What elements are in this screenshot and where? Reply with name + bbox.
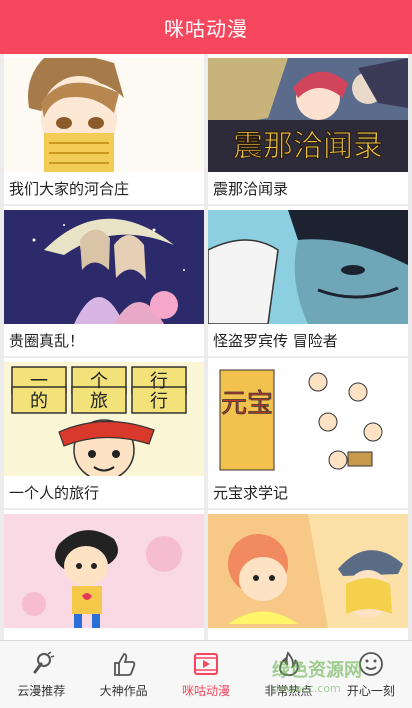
comic-cover[interactable]: 震那洽闻录 — [208, 58, 408, 172]
bottom-tab-bar: 云漫推荐 大神作品 咪咕动漫 非常热点 开心一刻 — [0, 640, 412, 708]
cover-logo-text: 震那洽闻录 — [233, 129, 383, 164]
cover-image — [4, 58, 204, 172]
tab-yunman-recommend[interactable]: 云漫推荐 — [0, 641, 82, 708]
cover-image — [4, 210, 204, 324]
comic-card[interactable]: 震那洽闻录 震那洽闻录 — [208, 54, 408, 204]
comic-card[interactable]: 贵圈真乱！ — [4, 206, 204, 356]
comic-grid[interactable]: 我们大家的河合庄 震那洽闻录 震那洽闻录 贵圈真乱！ 怪盗罗宾传 冒险者 一 个… — [0, 54, 412, 640]
comic-card[interactable]: 怪盗罗宾传 冒险者 — [208, 206, 408, 356]
comic-card[interactable]: 一 个 行 的 旅 行 一个人的旅行 — [4, 358, 204, 508]
comic-cover[interactable] — [4, 210, 204, 324]
tab-label: 大神作品 — [99, 684, 148, 698]
cover-char: 行 — [150, 371, 168, 392]
tab-label: 咪咕动漫 — [182, 684, 231, 698]
cover-image — [4, 514, 204, 628]
cover-char: 一 — [30, 371, 48, 392]
comic-title[interactable]: 怪盗罗宾传 冒险者 — [213, 330, 338, 351]
comic-cover[interactable] — [4, 514, 204, 628]
comic-title[interactable]: 震那洽闻录 — [213, 178, 288, 199]
tab-hot-topics[interactable]: 非常热点 — [247, 641, 329, 708]
microphone-icon — [33, 651, 55, 674]
smile-icon — [358, 652, 383, 676]
cover-image — [208, 514, 408, 628]
tab-migu-comics[interactable]: 咪咕动漫 — [165, 641, 247, 708]
cover-image: 元宝 — [208, 362, 408, 476]
tab-label: 云漫推荐 — [17, 684, 66, 698]
cover-char: 行 — [150, 391, 168, 412]
page-title: 咪咕动漫 — [164, 16, 248, 41]
tab-label: 开心一刻 — [346, 684, 395, 698]
app-header: 咪咕动漫 — [0, 0, 412, 54]
cover-image: 震那洽闻录 — [208, 58, 408, 172]
video-play-icon — [194, 653, 219, 675]
comic-card[interactable] — [208, 510, 408, 640]
cover-logo-text: 元宝 — [221, 389, 273, 419]
tab-happy-moment[interactable]: 开心一刻 — [330, 641, 412, 708]
cover-char: 的 — [30, 391, 48, 412]
cover-image: 一 个 行 的 旅 行 — [4, 362, 204, 476]
comic-cover[interactable]: 元宝 — [208, 362, 408, 476]
cover-image — [208, 210, 408, 324]
comic-cover[interactable] — [208, 514, 408, 628]
comic-cover[interactable]: 一 个 行 的 旅 行 — [4, 362, 204, 476]
cover-char: 个 — [90, 371, 108, 392]
comic-cover[interactable] — [208, 210, 408, 324]
thumbs-up-icon — [113, 653, 135, 676]
flame-icon — [279, 651, 300, 677]
comic-title[interactable]: 我们大家的河合庄 — [9, 178, 129, 199]
comic-card[interactable] — [4, 510, 204, 640]
comic-title[interactable]: 一个人的旅行 — [9, 482, 99, 503]
tab-label: 非常热点 — [264, 684, 313, 698]
comic-title[interactable]: 元宝求学记 — [213, 482, 288, 503]
comic-card[interactable]: 我们大家的河合庄 — [4, 54, 204, 204]
cover-char: 旅 — [90, 391, 108, 412]
comic-cover[interactable] — [4, 58, 204, 172]
comic-card[interactable]: 元宝 元宝求学记 — [208, 358, 408, 508]
tab-master-works[interactable]: 大神作品 — [82, 641, 164, 708]
comic-title[interactable]: 贵圈真乱！ — [9, 330, 84, 351]
